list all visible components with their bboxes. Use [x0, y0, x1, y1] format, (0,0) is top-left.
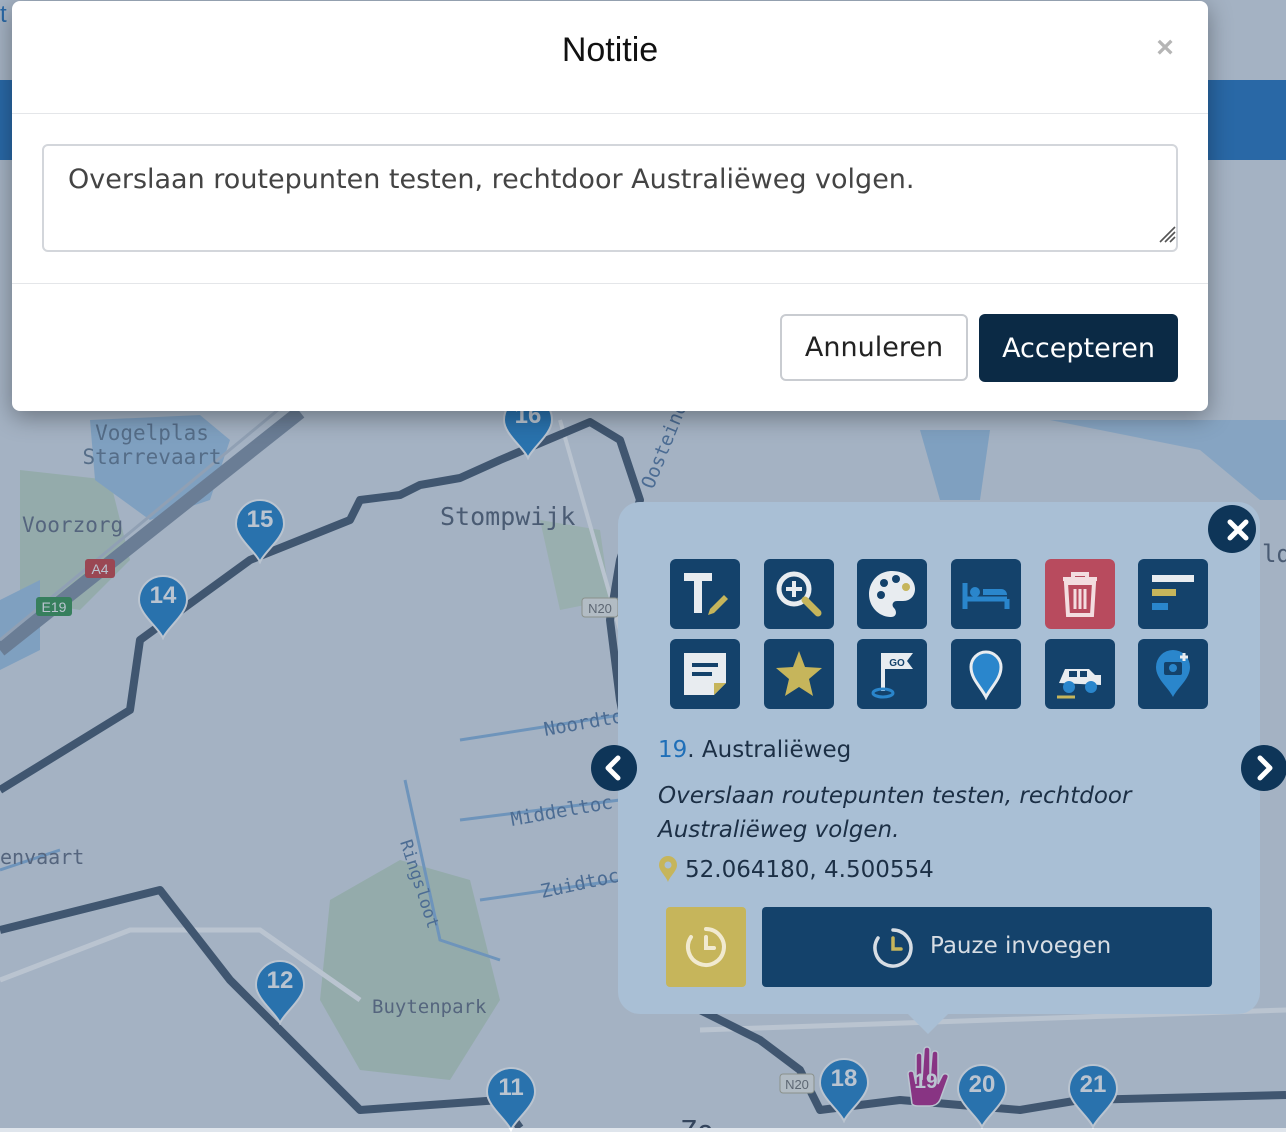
- pause-clock-button[interactable]: [666, 907, 746, 987]
- waypoint-number[interactable]: 19: [658, 737, 687, 763]
- chevron-right-icon: [1257, 755, 1273, 781]
- accept-button[interactable]: Accepteren: [979, 314, 1178, 382]
- location-pin-icon: [659, 856, 677, 882]
- insert-pause-button[interactable]: Pauze invoegen: [762, 907, 1212, 987]
- tool-delete-button[interactable]: [1045, 559, 1115, 629]
- tool-details-button[interactable]: [1138, 559, 1208, 629]
- waypoint-coordinates: 52.064180, 4.500554: [685, 857, 934, 883]
- edit-text-icon: [684, 573, 728, 615]
- svg-text:GO: GO: [889, 658, 905, 669]
- note-textarea[interactable]: Overslaan routepunten testen, rechtdoor …: [42, 144, 1178, 252]
- tool-offroad-button[interactable]: [1045, 639, 1115, 709]
- popup-tail: [906, 1012, 950, 1034]
- modal-header: Notitie ×: [12, 1, 1208, 114]
- offroad-jeep-icon: [1057, 669, 1101, 699]
- tool-start-button[interactable]: GO: [857, 639, 927, 709]
- chevron-left-icon: [605, 755, 621, 781]
- bed-icon: [962, 583, 1010, 609]
- go-flag-icon: GO: [871, 653, 913, 699]
- trash-icon: [1063, 572, 1097, 617]
- palette-icon: [869, 571, 915, 617]
- note-modal: Notitie × Overslaan routepunten testen, …: [12, 1, 1208, 411]
- close-icon: [1227, 519, 1249, 541]
- note-icon: [684, 653, 726, 695]
- map-pin-icon: [969, 650, 1003, 701]
- tool-favorite-button[interactable]: [764, 639, 834, 709]
- tool-edit-text-button[interactable]: [670, 559, 740, 629]
- previous-waypoint-button[interactable]: [591, 745, 637, 791]
- resize-grip-icon[interactable]: [1158, 225, 1176, 243]
- timer-icon: [873, 928, 913, 968]
- waypoint-name: Australiëweg: [694, 737, 852, 763]
- tool-photo-button[interactable]: [1138, 639, 1208, 709]
- modal-footer-divider: [12, 283, 1208, 284]
- tool-overnight-button[interactable]: [951, 559, 1021, 629]
- popup-close-button[interactable]: [1208, 505, 1256, 553]
- waypoint-separator: .: [687, 737, 695, 763]
- next-waypoint-button[interactable]: [1241, 745, 1286, 791]
- tool-palette-button[interactable]: [857, 559, 927, 629]
- camera-pin-icon: [1156, 650, 1190, 697]
- clock-icon: [685, 927, 726, 967]
- insert-pause-label: Pauze invoegen: [930, 933, 1112, 959]
- waypoint-note: Overslaan routepunten testen, rechtdoor …: [658, 783, 1132, 843]
- waypoint-title: 19. Australiëweg: [658, 737, 851, 763]
- bar-list-icon: [1152, 575, 1194, 610]
- modal-title: Notitie: [561, 31, 659, 69]
- zoom-in-icon: [776, 571, 822, 617]
- cancel-button[interactable]: Annuleren: [780, 314, 968, 381]
- modal-close-button[interactable]: ×: [1150, 31, 1180, 65]
- tool-note-button[interactable]: [670, 639, 740, 709]
- tool-zoom-button[interactable]: [764, 559, 834, 629]
- star-icon: [776, 651, 822, 696]
- tool-waypoint-button[interactable]: [951, 639, 1021, 709]
